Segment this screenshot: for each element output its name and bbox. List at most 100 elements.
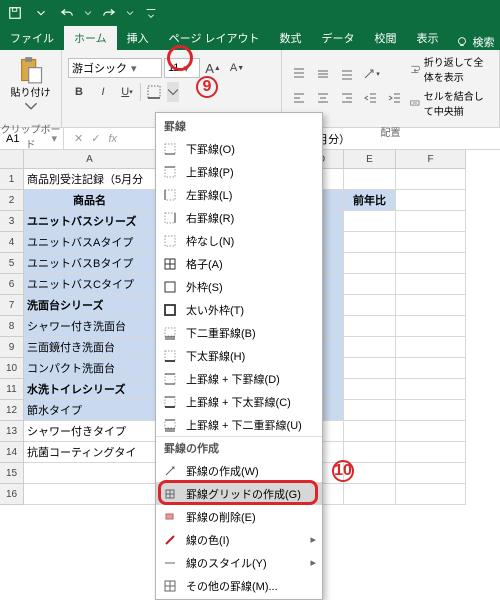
fx-icon[interactable]: fx [108, 133, 117, 145]
row-header[interactable]: 7 [0, 295, 24, 316]
row-header[interactable]: 11 [0, 379, 24, 400]
cell[interactable] [344, 358, 396, 379]
tab-review[interactable]: 校閲 [365, 26, 407, 50]
cell[interactable] [24, 484, 156, 505]
menu-item[interactable]: 下二重罫線(B) [156, 321, 322, 344]
menu-item[interactable]: 太い外枠(T) [156, 298, 322, 321]
cell[interactable] [396, 190, 466, 211]
cell[interactable] [396, 400, 466, 421]
cell[interactable] [396, 232, 466, 253]
tab-file[interactable]: ファイル [0, 26, 64, 50]
cell[interactable]: 水洗トイレシリーズ [24, 379, 156, 400]
underline-button[interactable]: U▾ [116, 82, 138, 102]
cell[interactable] [344, 484, 396, 505]
cell[interactable] [396, 211, 466, 232]
cell[interactable] [344, 169, 396, 190]
cell[interactable] [344, 442, 396, 463]
chevron-down-icon[interactable] [30, 2, 52, 24]
cell[interactable] [344, 274, 396, 295]
indent-dec-icon[interactable] [360, 88, 382, 108]
cell[interactable] [344, 337, 396, 358]
row-header[interactable]: 5 [0, 253, 24, 274]
cell[interactable] [344, 316, 396, 337]
cell[interactable]: ユニットバスCタイプ [24, 274, 156, 295]
menu-item[interactable]: 罫線の作成(W) [156, 459, 322, 482]
cell[interactable]: ユニットバスBタイプ [24, 253, 156, 274]
row-header[interactable]: 1 [0, 169, 24, 190]
border-button[interactable] [143, 82, 165, 102]
col-header[interactable]: E [344, 150, 396, 169]
row-header[interactable]: 14 [0, 442, 24, 463]
cell[interactable] [24, 463, 156, 484]
name-box[interactable]: A1▾ [0, 128, 64, 149]
cell[interactable]: 節水タイプ [24, 400, 156, 421]
cell[interactable] [396, 463, 466, 484]
row-header[interactable]: 2 [0, 190, 24, 211]
border-dropdown[interactable] [167, 82, 179, 102]
align-bottom-icon[interactable] [336, 64, 358, 84]
cell[interactable] [396, 484, 466, 505]
chevron-down-icon[interactable] [124, 2, 136, 24]
cancel-icon[interactable]: ✕ [74, 132, 83, 145]
orientation-icon[interactable]: ▾ [360, 64, 382, 84]
row-header[interactable]: 16 [0, 484, 24, 505]
bold-button[interactable]: B [68, 82, 90, 102]
cell[interactable] [396, 295, 466, 316]
cell[interactable] [344, 232, 396, 253]
menu-item[interactable]: 枠なし(N) [156, 229, 322, 252]
decrease-font-icon[interactable]: A▼ [226, 58, 248, 78]
col-header[interactable]: A [24, 150, 156, 169]
align-left-icon[interactable] [288, 88, 310, 108]
row-header[interactable]: 3 [0, 211, 24, 232]
menu-item[interactable]: 下罫線(O) [156, 137, 322, 160]
cell[interactable] [396, 274, 466, 295]
menu-item[interactable]: 上罫線 + 下二重罫線(U) [156, 413, 322, 436]
cell[interactable] [344, 253, 396, 274]
tab-data[interactable]: データ [312, 26, 365, 50]
cell[interactable] [396, 421, 466, 442]
cell[interactable]: 三面鏡付き洗面台 [24, 337, 156, 358]
cell[interactable] [344, 421, 396, 442]
enter-icon[interactable]: ✓ [91, 132, 100, 145]
menu-item[interactable]: 外枠(S) [156, 275, 322, 298]
cell[interactable]: ユニットバスAタイプ [24, 232, 156, 253]
menu-item[interactable]: 線のスタイル(Y)▸ [156, 551, 322, 574]
menu-item[interactable]: 上罫線 + 下罫線(D) [156, 367, 322, 390]
menu-item[interactable]: 下太罫線(H) [156, 344, 322, 367]
row-header[interactable]: 6 [0, 274, 24, 295]
cell[interactable]: 洗面台シリーズ [24, 295, 156, 316]
cell[interactable] [396, 358, 466, 379]
row-header[interactable]: 15 [0, 463, 24, 484]
row-header[interactable]: 13 [0, 421, 24, 442]
cell[interactable] [396, 337, 466, 358]
menu-item[interactable]: 右罫線(R) [156, 206, 322, 229]
row-header[interactable]: 10 [0, 358, 24, 379]
merge-center-button[interactable]: セルを結合して中央揃 [410, 88, 493, 118]
menu-item[interactable]: 罫線の削除(E) [156, 505, 322, 528]
italic-button[interactable]: I [92, 82, 114, 102]
wrap-text-button[interactable]: 折り返して全体を表示 [410, 54, 493, 84]
align-top-icon[interactable] [288, 64, 310, 84]
row-header[interactable]: 4 [0, 232, 24, 253]
font-select[interactable]: 游ゴシック▾ [68, 58, 162, 78]
cell[interactable]: シャワー付き洗面台 [24, 316, 156, 337]
cell[interactable]: シャワー付きタイプ [24, 421, 156, 442]
cell[interactable] [344, 211, 396, 232]
align-middle-icon[interactable] [312, 64, 334, 84]
menu-item[interactable]: 格子(A) [156, 252, 322, 275]
undo-icon[interactable] [56, 2, 78, 24]
increase-font-icon[interactable]: A▲ [202, 58, 224, 78]
align-center-icon[interactable] [312, 88, 334, 108]
cell[interactable]: 商品名 [24, 190, 156, 211]
cell[interactable] [344, 379, 396, 400]
qat-customize-icon[interactable] [140, 2, 162, 24]
redo-icon[interactable] [98, 2, 120, 24]
paste-button[interactable]: 貼り付け [7, 54, 55, 115]
cell[interactable]: 前年比 [344, 190, 396, 211]
search-button[interactable]: 検索 [455, 34, 495, 50]
cell[interactable] [344, 295, 396, 316]
cell[interactable]: 商品別受注記録（5月分 [24, 169, 156, 190]
select-all-corner[interactable] [0, 150, 24, 169]
tab-home[interactable]: ホーム [64, 26, 117, 50]
chevron-down-icon[interactable] [82, 2, 94, 24]
